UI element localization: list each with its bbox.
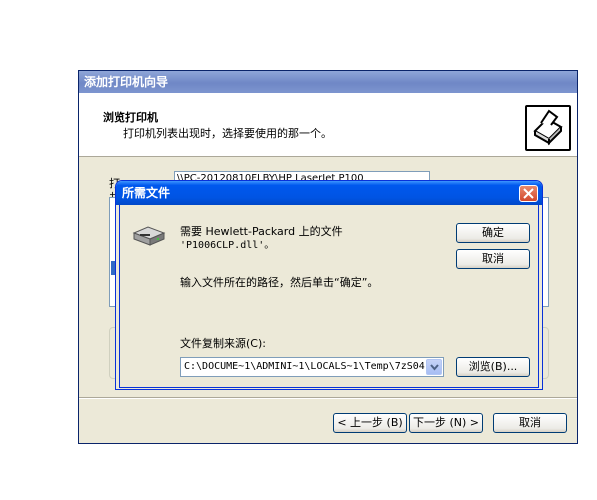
wizard-cancel-button[interactable]: 取消 xyxy=(493,413,567,433)
next-button[interactable]: 下一步 (N) > xyxy=(409,413,483,433)
dialog-cancel-button[interactable]: 取消 xyxy=(456,249,530,269)
close-icon[interactable] xyxy=(519,185,538,202)
wizard-title-bar[interactable]: 添加打印机向导 xyxy=(79,71,577,93)
copy-from-label: 文件复制来源(C): xyxy=(180,337,266,350)
files-needed-dialog: 所需文件 需要 Hewlett-Packard 上的文件 'P1006CLP.d… xyxy=(115,180,543,390)
wizard-separator xyxy=(79,397,577,399)
browse-button[interactable]: 浏览(B)... xyxy=(456,357,530,377)
ok-button[interactable]: 确定 xyxy=(456,223,530,243)
dialog-title-bar[interactable]: 所需文件 xyxy=(116,181,542,205)
copy-from-value[interactable]: C:\DOCUME~1\ADMINI~1\LOCALS~1\Temp\7zS04 xyxy=(184,361,425,372)
file-name-text: 'P1006CLP.dll'。 xyxy=(180,240,275,251)
back-button[interactable]: < 上一步 (B) xyxy=(333,413,407,433)
header-title: 浏览打印机 xyxy=(103,111,158,124)
header-subtitle: 打印机列表出现时，选择要使用的那一个。 xyxy=(123,127,332,140)
chevron-down-icon[interactable] xyxy=(426,359,442,375)
copy-from-combobox[interactable]: C:\DOCUME~1\ADMINI~1\LOCALS~1\Temp\7zS04 xyxy=(180,357,444,377)
printer-icon xyxy=(525,105,571,151)
instruction-text: 输入文件所在的路径，然后单击“确定”。 xyxy=(180,276,379,289)
floppy-drive-icon xyxy=(130,225,166,252)
wizard-header: 浏览打印机 打印机列表出现时，选择要使用的那一个。 xyxy=(79,93,577,157)
